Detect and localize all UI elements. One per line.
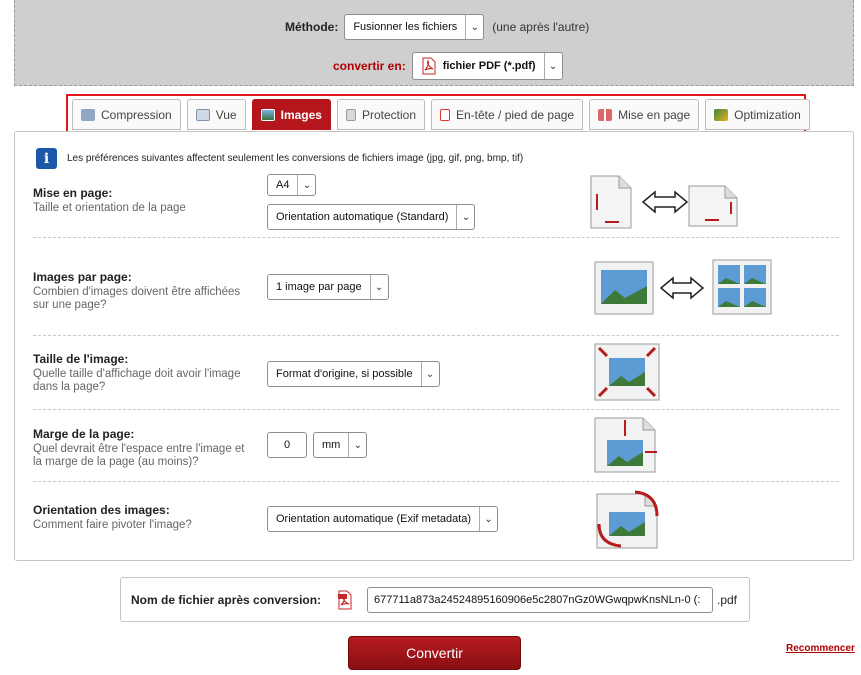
output-format-select[interactable]: fichier PDF (*.pdf) ⌄ bbox=[411, 52, 563, 80]
filename-label: Nom de fichier après conversion: bbox=[131, 593, 322, 607]
method-row: Méthode: Fusionner les fichiers ⌄ (une a… bbox=[285, 14, 589, 40]
tab-label: Mise en page bbox=[618, 107, 691, 122]
convert-label: convertir en: bbox=[333, 59, 406, 73]
image-size-select[interactable]: Format d'origine, si possible ⌄ bbox=[267, 361, 440, 387]
layout-icon bbox=[598, 108, 613, 121]
view-icon bbox=[195, 108, 210, 121]
chevron-down-icon: ⌄ bbox=[456, 205, 474, 229]
size-select-wrap: Format d'origine, si possible ⌄ bbox=[267, 361, 440, 387]
divider bbox=[33, 481, 839, 482]
info-text: Les préférences suivantes affectent seul… bbox=[67, 153, 524, 164]
tab-label: Optimization bbox=[734, 107, 801, 122]
image-rotation-select[interactable]: Orientation automatique (Exif metadata) … bbox=[267, 506, 499, 532]
images-settings-panel: i Les préférences suivantes affectent se… bbox=[14, 131, 854, 561]
convert-button[interactable]: Convertir bbox=[348, 636, 521, 670]
info-notice: i Les préférences suivantes affectent se… bbox=[36, 148, 523, 169]
margin-title: Marge de la page: bbox=[33, 427, 135, 441]
per-page-select-wrap: 1 image par page ⌄ bbox=[267, 274, 389, 300]
method-select-value: Fusionner les fichiers bbox=[353, 21, 458, 33]
orientation-value: Orientation automatique (Standard) bbox=[276, 211, 449, 223]
method-select[interactable]: Fusionner les fichiers ⌄ bbox=[344, 14, 485, 40]
chevron-down-icon: ⌄ bbox=[369, 275, 388, 299]
image-icon bbox=[260, 108, 275, 121]
orientation-select[interactable]: Orientation automatique (Standard) ⌄ bbox=[267, 204, 476, 230]
page-size-value: A4 bbox=[276, 179, 290, 191]
chevron-down-icon: ⌄ bbox=[297, 175, 315, 195]
filename-box: Nom de fichier après conversion: 677711a… bbox=[120, 577, 750, 622]
method-label: Méthode: bbox=[285, 20, 339, 34]
image-rotation-value: Orientation automatique (Exif metadata) bbox=[276, 513, 472, 525]
rotation-illustration bbox=[596, 490, 659, 549]
layout-desc: Taille et orientation de la page bbox=[33, 202, 186, 214]
method-note: (une après l'autre) bbox=[492, 20, 590, 34]
restart-link[interactable]: Recommencer bbox=[786, 643, 855, 654]
header-footer-icon bbox=[440, 108, 450, 121]
output-format-value-wrap: fichier PDF (*.pdf) bbox=[413, 53, 544, 79]
margin-desc: Quel devrait être l'espace entre l'image… bbox=[33, 443, 245, 468]
chevron-down-icon: ⌄ bbox=[543, 53, 562, 79]
lock-icon bbox=[345, 108, 356, 121]
tab-label: Protection bbox=[361, 107, 416, 122]
filename-input[interactable]: 677711a873a24524895160906e5c2807nGz0WGwq… bbox=[367, 587, 713, 613]
tab-label: En-tête / pied de page bbox=[456, 107, 575, 122]
rotation-desc: Comment faire pivoter l'image? bbox=[33, 519, 192, 531]
margin-unit-select[interactable]: mm ⌄ bbox=[313, 432, 368, 458]
chevron-down-icon: ⌄ bbox=[420, 362, 439, 386]
settings-tabs: Compression Vue Images Protection En-têt… bbox=[72, 99, 810, 130]
tab-view[interactable]: Vue bbox=[186, 99, 246, 130]
per-page-desc: Combien d'images doivent être affichées … bbox=[33, 286, 241, 311]
margin-illustration bbox=[594, 417, 657, 473]
margin-section: Marge de la page: Quel devrait être l'es… bbox=[33, 427, 839, 469]
convert-format-row: convertir en: fichier PDF (*.pdf) ⌄ bbox=[333, 52, 563, 80]
images-per-page-value: 1 image par page bbox=[276, 281, 362, 293]
tab-optimization[interactable]: Optimization bbox=[705, 99, 810, 130]
tab-label: Compression bbox=[101, 107, 172, 122]
chevron-down-icon: ⌄ bbox=[348, 433, 366, 457]
images-per-page-select[interactable]: 1 image par page ⌄ bbox=[267, 274, 389, 300]
tab-compression[interactable]: Compression bbox=[72, 99, 181, 130]
page-size-select-wrap: A4 ⌄ bbox=[267, 174, 317, 196]
margin-input[interactable]: 0 bbox=[267, 432, 307, 458]
orientation-select-wrap: Orientation automatique (Standard) ⌄ bbox=[267, 204, 476, 230]
page-size-select[interactable]: A4 ⌄ bbox=[267, 174, 317, 196]
chevron-down-icon: ⌄ bbox=[479, 507, 497, 531]
page-orientation-illustration bbox=[590, 175, 738, 229]
divider bbox=[33, 335, 839, 336]
size-desc: Quelle taille d'affichage doit avoir l'i… bbox=[33, 368, 241, 393]
divider bbox=[33, 409, 839, 410]
filename-extension: .pdf bbox=[717, 593, 738, 607]
tab-images[interactable]: Images bbox=[251, 99, 331, 130]
tab-header-footer[interactable]: En-tête / pied de page bbox=[431, 99, 584, 130]
margin-controls: 0 mm ⌄ bbox=[267, 432, 368, 458]
image-size-illustration bbox=[594, 343, 660, 401]
tab-layout[interactable]: Mise en page bbox=[589, 99, 700, 130]
tab-label: Images bbox=[280, 107, 322, 122]
tab-protection[interactable]: Protection bbox=[336, 99, 425, 130]
divider bbox=[33, 237, 839, 238]
rotation-select-wrap: Orientation automatique (Exif metadata) … bbox=[267, 506, 499, 532]
tab-label: Vue bbox=[215, 107, 237, 122]
image-size-value: Format d'origine, si possible bbox=[276, 368, 413, 380]
compression-icon bbox=[81, 108, 95, 121]
output-format-value: fichier PDF (*.pdf) bbox=[442, 60, 536, 72]
info-icon: i bbox=[36, 148, 57, 169]
chevron-down-icon: ⌄ bbox=[465, 15, 483, 39]
conversion-settings-bar: Méthode: Fusionner les fichiers ⌄ (une a… bbox=[14, 0, 854, 86]
pdf-icon bbox=[337, 590, 353, 613]
margin-unit-value: mm bbox=[322, 439, 341, 451]
images-per-page-illustration bbox=[594, 259, 772, 315]
optimization-icon bbox=[714, 108, 729, 121]
pdf-icon bbox=[421, 57, 437, 75]
